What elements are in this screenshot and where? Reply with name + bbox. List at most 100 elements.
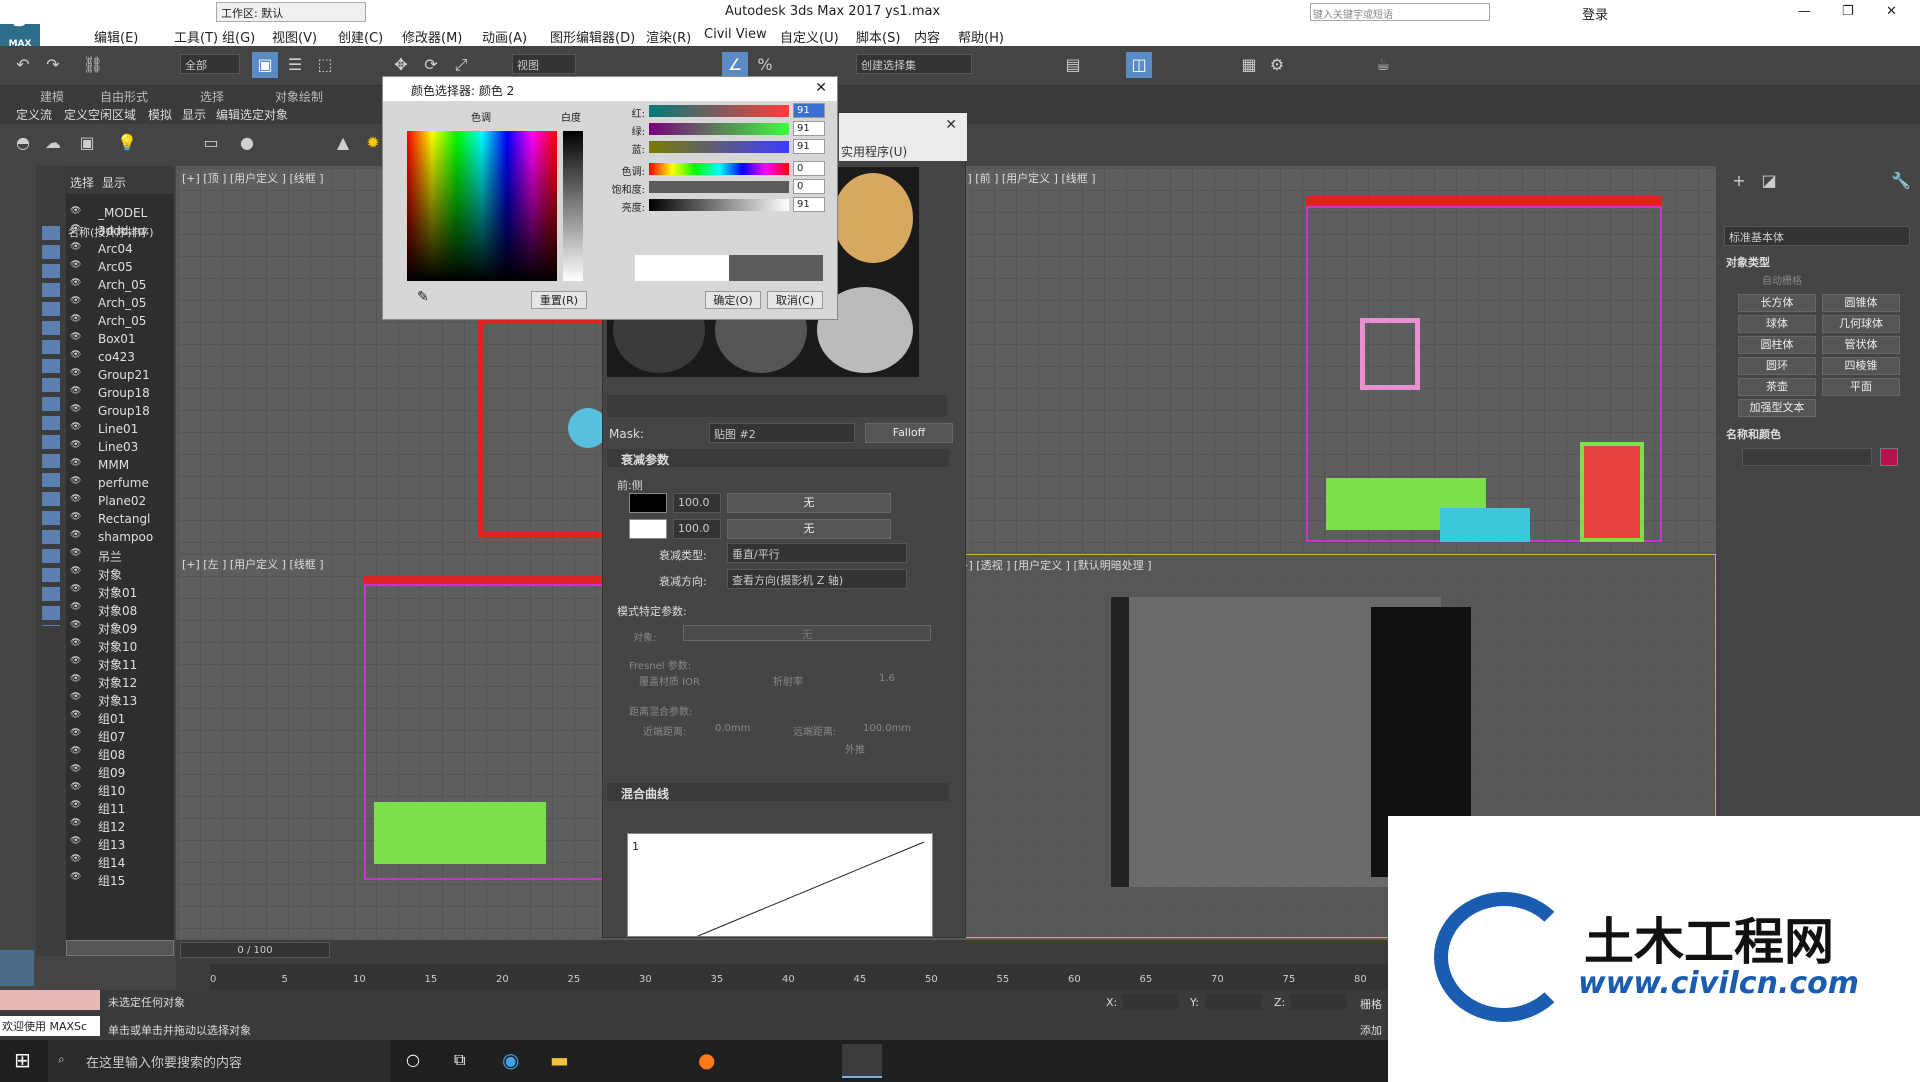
object-pick-button[interactable]: 无 <box>683 625 931 641</box>
cloud-icon[interactable]: ☁ <box>40 130 66 156</box>
explorer-icon[interactable]: ▬ <box>550 1048 569 1072</box>
scene-item[interactable]: 👁 对象12 <box>66 674 174 692</box>
redo-icon[interactable]: ↷ <box>40 52 66 78</box>
scene-item[interactable]: 👁 组07 <box>66 728 174 746</box>
channel-slider[interactable] <box>649 141 789 153</box>
scene-item[interactable]: 👁 组08 <box>66 746 174 764</box>
visibility-icon[interactable]: 👁 <box>70 224 81 234</box>
extrapolate-checkbox[interactable]: 外推 <box>845 741 865 756</box>
front-map-button[interactable]: 无 <box>727 493 891 513</box>
scene-item[interactable]: 👁 Line03 <box>66 440 174 458</box>
modify-tab-icon[interactable]: ◪ <box>1756 168 1782 194</box>
scene-item[interactable]: 👁 Plane02 <box>66 494 174 512</box>
add-time-tag[interactable]: 添加 <box>1360 1022 1382 1038</box>
viewport-front[interactable]: [+] [前 ] [用户定义 ] [线框 ] <box>950 168 1716 552</box>
visibility-icon[interactable]: 👁 <box>70 728 81 738</box>
scene-item[interactable]: 👁 co423 <box>66 350 174 368</box>
select-object-icon[interactable]: ▣ <box>252 52 278 78</box>
channel-value[interactable]: 91 <box>793 139 825 154</box>
side-swatch[interactable] <box>629 519 667 539</box>
scene-item[interactable]: 👁 _MODEL <box>66 206 174 224</box>
visibility-icon[interactable]: 👁 <box>70 836 81 846</box>
scene-item[interactable]: 👁 组11 <box>66 800 174 818</box>
scene-item[interactable]: 👁 Group21 <box>66 368 174 386</box>
visibility-icon[interactable]: 👁 <box>70 674 81 684</box>
scene-item[interactable]: 👁 Arch_05 <box>66 278 174 296</box>
menu-item-3[interactable]: 视图(V) <box>272 27 317 46</box>
visibility-icon[interactable]: 👁 <box>70 854 81 864</box>
name-color-rollout[interactable]: 名称和颜色 <box>1726 426 1781 442</box>
menu-item-11[interactable]: 脚本(S) <box>856 27 900 46</box>
map-name-field[interactable]: 贴图 #2 <box>709 423 855 443</box>
select-by-name-icon[interactable]: ☰ <box>282 52 308 78</box>
front-swatch[interactable] <box>629 493 667 513</box>
material-editor-icon[interactable]: ▦ <box>1236 52 1262 78</box>
menu-item-13[interactable]: 帮助(H) <box>958 27 1004 46</box>
link-icon[interactable]: ⛓ <box>80 52 106 78</box>
tab-select[interactable]: 选择 <box>70 174 94 191</box>
selection-set-select[interactable]: 创建选择集 <box>856 54 972 74</box>
undo-icon[interactable]: ↶ <box>10 52 36 78</box>
visibility-icon[interactable]: 👁 <box>70 332 81 342</box>
curve-rollout[interactable]: 混合曲线 <box>607 783 949 801</box>
visibility-icon[interactable]: 👁 <box>70 818 81 828</box>
3dsmax-taskbar-icon[interactable] <box>842 1044 882 1078</box>
ribbon-subtab-1[interactable]: 定义空闲区域 <box>64 106 136 123</box>
rect-select-icon[interactable]: ⬚ <box>312 52 338 78</box>
scene-item[interactable]: 👁 对象13 <box>66 692 174 710</box>
utilities-tab-icon[interactable]: 🔧 <box>1888 168 1914 194</box>
menu-item-7[interactable]: 图形编辑器(D) <box>550 27 635 46</box>
login-link[interactable]: 登录 <box>1582 4 1608 23</box>
scene-item[interactable]: 👁 对象11 <box>66 656 174 674</box>
visibility-icon[interactable]: 👁 <box>70 566 81 576</box>
override-ior-checkbox[interactable]: 覆盖材质 IOR <box>639 673 700 688</box>
create-object-button[interactable]: 四棱锥 <box>1822 357 1900 375</box>
scene-item[interactable]: 👁 Group18 <box>66 386 174 404</box>
viewport-top-label[interactable]: [+] [顶 ] [用户定义 ] [线框 ] <box>182 170 324 186</box>
visibility-icon[interactable]: 👁 <box>70 782 81 792</box>
amount2-field[interactable]: 100.0 <box>673 519 721 539</box>
create-object-button[interactable]: 长方体 <box>1738 294 1816 312</box>
visibility-icon[interactable]: 👁 <box>70 620 81 630</box>
scene-item[interactable]: 👁 perfume <box>66 476 174 494</box>
autogrid-checkbox[interactable]: 自动栅格 <box>1762 272 1802 287</box>
visibility-icon[interactable]: 👁 <box>70 656 81 666</box>
explorer-scrollbar[interactable] <box>66 940 174 956</box>
channel-slider[interactable] <box>649 123 789 135</box>
visibility-icon[interactable]: 👁 <box>70 746 81 756</box>
scene-item[interactable]: 👁 组15 <box>66 872 174 890</box>
scene-item[interactable]: 👁 3ddd.ru <box>66 224 174 242</box>
menu-item-1[interactable]: 工具(T) <box>174 27 218 46</box>
scene-item[interactable]: 👁 对象01 <box>66 584 174 602</box>
visibility-icon[interactable]: 👁 <box>70 638 81 648</box>
ribbon-tab-1[interactable]: 自由形式 <box>100 88 148 105</box>
visibility-icon[interactable]: 👁 <box>70 872 81 882</box>
ref-coord-select[interactable]: 视图 <box>512 54 576 74</box>
scene-item[interactable]: 👁 对象09 <box>66 620 174 638</box>
create-object-button[interactable]: 圆锥体 <box>1822 294 1900 312</box>
create-tab-icon[interactable]: + <box>1726 168 1752 194</box>
hue-spectrum[interactable] <box>407 131 557 281</box>
object-color-swatch[interactable] <box>1880 448 1898 466</box>
layer-icon[interactable]: ▤ <box>1060 52 1086 78</box>
maxscript-listener[interactable] <box>0 990 100 1010</box>
visibility-icon[interactable]: 👁 <box>70 260 81 270</box>
light-icon[interactable]: 💡 <box>114 130 140 156</box>
visibility-icon[interactable]: 👁 <box>70 530 81 540</box>
menu-item-0[interactable]: 编辑(E) <box>94 27 138 46</box>
render-setup-icon[interactable]: ⚙ <box>1264 52 1290 78</box>
create-object-button[interactable]: 圆柱体 <box>1738 336 1816 354</box>
y-field[interactable] <box>1206 994 1262 1010</box>
create-object-button[interactable]: 茶壶 <box>1738 378 1816 396</box>
create-object-button[interactable]: 几何球体 <box>1822 315 1900 333</box>
windows-start-icon[interactable]: ⊞ <box>14 1048 31 1072</box>
maximize-icon[interactable]: ❐ <box>1842 4 1854 19</box>
ribbon-tab-2[interactable]: 选择 <box>200 88 224 105</box>
ribbon-subtab-4[interactable]: 编辑选定对象 <box>216 106 288 123</box>
visibility-icon[interactable]: 👁 <box>70 476 81 486</box>
menu-item-9[interactable]: Civil View <box>704 27 767 42</box>
channel-value[interactable]: 91 <box>793 121 825 136</box>
scene-item[interactable]: 👁 吊兰 <box>66 548 174 566</box>
menu-item-12[interactable]: 内容 <box>914 27 940 46</box>
cancel-button[interactable]: 取消(C) <box>767 291 823 309</box>
